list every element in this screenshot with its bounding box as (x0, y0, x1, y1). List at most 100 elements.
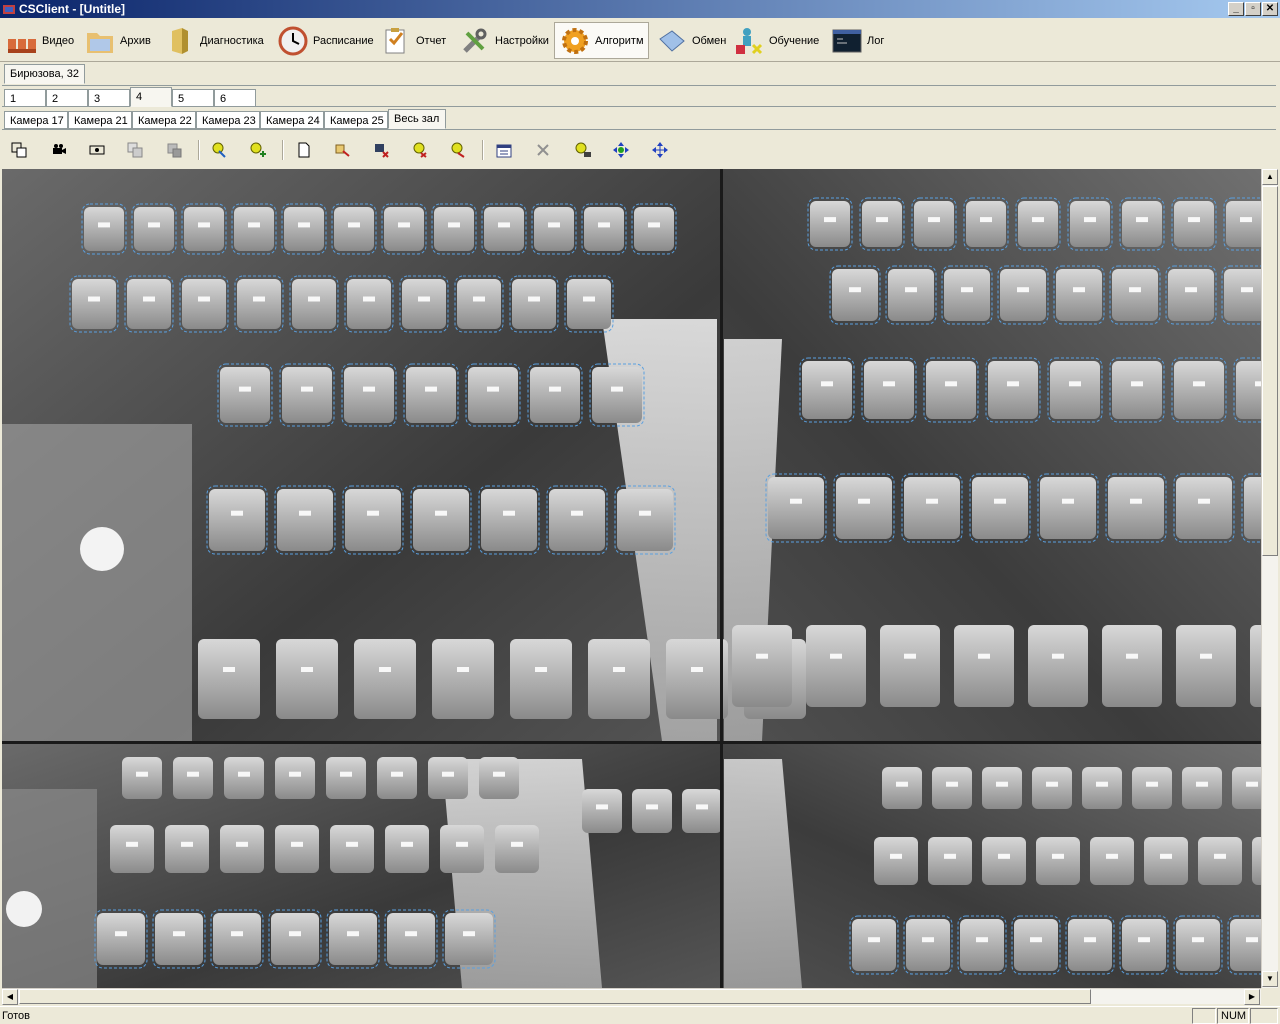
seat (413, 489, 469, 551)
copy-icon (127, 142, 143, 158)
vertical-scroll-thumb[interactable] (1262, 186, 1278, 556)
tab-page-1[interactable]: 1 (4, 89, 46, 107)
seat-tag (928, 217, 940, 223)
seat (326, 757, 366, 799)
report-button[interactable]: Отчет (376, 22, 450, 59)
camera-icon (53, 144, 66, 154)
seat-tag (1160, 853, 1172, 859)
seat (592, 367, 642, 423)
close-button[interactable]: ✕ (1262, 2, 1278, 16)
seat-tag (583, 296, 595, 302)
exchange-button[interactable]: Обмен (652, 22, 730, 59)
properties-button[interactable] (493, 139, 515, 161)
tab-whole-hall[interactable]: Весь зал (388, 109, 446, 129)
tab-camera-23[interactable]: Камера 23 (196, 111, 260, 129)
archive-label: Архив (120, 34, 151, 47)
seat (384, 207, 424, 251)
camera-button[interactable] (48, 139, 70, 161)
exchange-icon (659, 29, 685, 52)
server-icon (172, 27, 188, 54)
scroll-down-button[interactable]: ▼ (1262, 971, 1278, 987)
bulb-edit-button[interactable] (447, 139, 469, 161)
bulb-button[interactable] (408, 139, 430, 161)
seat (802, 361, 852, 419)
paste-button[interactable] (163, 139, 185, 161)
seat-tag (289, 771, 301, 777)
settings-button[interactable]: Настройки (455, 22, 553, 59)
seat (155, 913, 203, 965)
seat (1014, 919, 1058, 971)
seat (347, 279, 391, 329)
tab-camera-21[interactable]: Камера 21 (68, 111, 132, 129)
seat-tag (1138, 937, 1150, 943)
seat (1236, 361, 1261, 419)
seat-tag (876, 217, 888, 223)
select-zone-button[interactable] (208, 139, 230, 161)
tab-camera-22[interactable]: Камера 22 (132, 111, 196, 129)
seat (385, 825, 429, 873)
seat (1232, 767, 1261, 809)
seat-tag (253, 296, 265, 302)
minimize-button[interactable]: _ (1228, 2, 1244, 16)
layers-icon (11, 142, 27, 158)
seat (982, 837, 1026, 885)
add-zone-button[interactable] (247, 139, 269, 161)
delete-button[interactable] (532, 139, 554, 161)
restore-button[interactable]: ▫ (1245, 2, 1261, 16)
seat-tag (611, 386, 623, 392)
tab-page-4[interactable]: 4 (130, 87, 172, 107)
archive-button[interactable]: Архив (80, 22, 155, 59)
seat-tag (790, 498, 802, 504)
seat-tag (998, 853, 1010, 859)
seat (495, 825, 539, 873)
seat-tag (1129, 287, 1141, 293)
seat (84, 207, 124, 251)
seat (960, 919, 1004, 971)
scroll-up-button[interactable]: ▲ (1262, 169, 1278, 185)
delete-page-button[interactable] (370, 139, 392, 161)
seat-tag (922, 937, 934, 943)
copy-button[interactable] (124, 139, 146, 161)
video-button[interactable]: Видео (2, 22, 78, 59)
layers-button[interactable] (8, 139, 30, 161)
seat-tag (457, 667, 469, 672)
tab-page-2[interactable]: 2 (46, 89, 88, 107)
horizontal-scrollbar[interactable]: ◀ ▶ (2, 988, 1261, 1005)
seat-tag (308, 296, 320, 302)
user-zone-button[interactable] (572, 139, 594, 161)
tab-page-5[interactable]: 5 (172, 89, 214, 107)
seat (1174, 201, 1214, 247)
seat-tag (236, 841, 248, 847)
seat-tag (239, 386, 251, 392)
move-arrows-icon (613, 142, 629, 158)
tab-page-3[interactable]: 3 (88, 89, 130, 107)
tab-camera-25[interactable]: Камера 25 (324, 111, 388, 129)
vertical-scrollbar[interactable]: ▲ ▼ (1261, 169, 1278, 988)
seat-tag (291, 841, 303, 847)
algorithm-button[interactable]: Алгоритм (554, 22, 649, 59)
seat-tag (980, 217, 992, 223)
video-mosaic[interactable] (2, 169, 1261, 988)
tab-page-6[interactable]: 6 (214, 89, 256, 107)
move-button[interactable] (610, 139, 632, 161)
seat (173, 757, 213, 799)
bulb-edit-icon (451, 142, 465, 158)
training-button[interactable]: Обучение (729, 22, 823, 59)
edit-page-button[interactable] (331, 139, 353, 161)
seat (234, 207, 274, 251)
tab-site[interactable]: Бирюзова, 32 (4, 64, 85, 84)
schedule-label: Расписание (313, 34, 374, 47)
seat (1112, 361, 1162, 419)
log-button[interactable]: Лог (827, 22, 888, 59)
seat (406, 367, 456, 423)
tab-camera-24[interactable]: Камера 24 (260, 111, 324, 129)
record-button[interactable] (86, 139, 108, 161)
horizontal-scroll-thumb[interactable] (19, 989, 1091, 1004)
scroll-left-button[interactable]: ◀ (2, 989, 18, 1005)
new-page-button[interactable] (293, 139, 315, 161)
tab-camera-17[interactable]: Камера 17 (4, 111, 68, 129)
diagnostics-button[interactable]: Диагностика (160, 22, 268, 59)
schedule-button[interactable]: Расписание (273, 22, 378, 59)
expand-button[interactable] (649, 139, 671, 161)
scroll-right-button[interactable]: ▶ (1244, 989, 1260, 1005)
